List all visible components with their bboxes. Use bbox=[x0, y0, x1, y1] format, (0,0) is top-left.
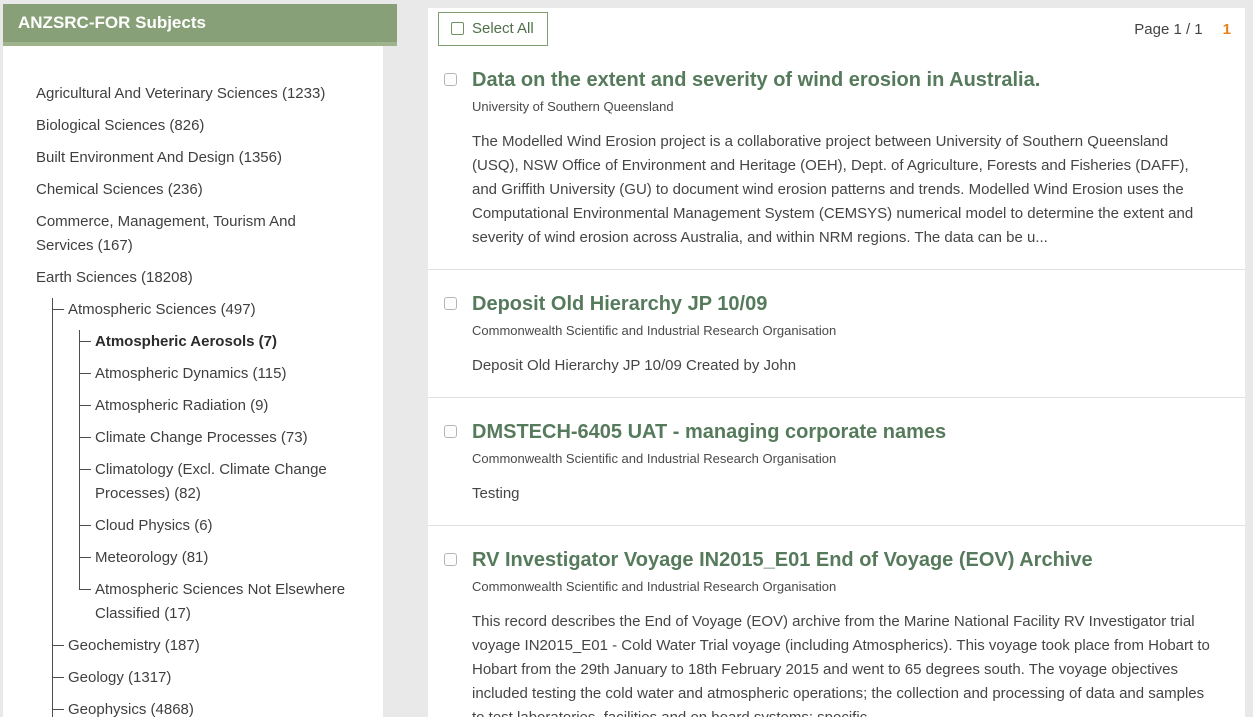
results-toolbar: Select All Page 1 / 1 1 bbox=[428, 8, 1245, 46]
sidebar-item[interactable]: Meteorology (81) bbox=[80, 546, 355, 570]
sidebar-item[interactable]: Cloud Physics (6) bbox=[80, 514, 355, 538]
sidebar-item-label: Meteorology (81) bbox=[95, 549, 208, 566]
sidebar-item-label: Cloud Physics (6) bbox=[95, 517, 213, 534]
sidebar-tree: Agricultural And Veterinary Sciences (12… bbox=[36, 82, 355, 717]
sidebar-item[interactable]: Atmospheric Aerosols (7) bbox=[80, 330, 355, 354]
sidebar-item[interactable]: Atmospheric Dynamics (115) bbox=[80, 362, 355, 386]
sidebar-item-label: Built Environment And Design (1356) bbox=[36, 149, 282, 166]
result-description: The Modelled Wind Erosion project is a c… bbox=[472, 130, 1217, 250]
sidebar-item[interactable]: Commerce, Management, Tourism And Servic… bbox=[36, 210, 355, 258]
sidebar-item[interactable]: Agricultural And Veterinary Sciences (12… bbox=[36, 82, 355, 106]
results-panel: Select All Page 1 / 1 1 Data on the exte… bbox=[428, 8, 1245, 717]
sidebar-item[interactable]: Geology (1317) bbox=[53, 666, 355, 690]
sidebar-item-label: Atmospheric Sciences Not Elsewhere Class… bbox=[95, 581, 345, 622]
result-title-link[interactable]: DMSTECH-6405 UAT - managing corporate na… bbox=[472, 419, 1217, 445]
sidebar-item-label: Atmospheric Sciences (497) bbox=[68, 301, 256, 318]
select-all-label: Select All bbox=[472, 20, 534, 37]
result-description: Testing bbox=[472, 482, 1217, 506]
result-organisation: Commonwealth Scientific and Industrial R… bbox=[472, 451, 1217, 466]
sidebar-item-label: Commerce, Management, Tourism And Servic… bbox=[36, 213, 296, 254]
result-organisation: University of Southern Queensland bbox=[472, 99, 1217, 114]
result-checkbox[interactable] bbox=[444, 73, 457, 86]
result-organisation: Commonwealth Scientific and Industrial R… bbox=[472, 579, 1217, 594]
sidebar-item[interactable]: Atmospheric Radiation (9) bbox=[80, 394, 355, 418]
sidebar-item-label: Biological Sciences (826) bbox=[36, 117, 204, 134]
sidebar-item[interactable]: Built Environment And Design (1356) bbox=[36, 146, 355, 170]
result-title-link[interactable]: Data on the extent and severity of wind … bbox=[472, 67, 1217, 93]
sidebar-item-label: Earth Sciences (18208) bbox=[36, 269, 193, 286]
result-title-link[interactable]: Deposit Old Hierarchy JP 10/09 bbox=[472, 291, 1217, 317]
pagination: Page 1 / 1 1 bbox=[1134, 21, 1231, 38]
results-list: Data on the extent and severity of wind … bbox=[428, 46, 1245, 717]
result-body: Data on the extent and severity of wind … bbox=[472, 67, 1217, 250]
sidebar-item-label: Atmospheric Dynamics (115) bbox=[95, 365, 286, 382]
result-checkbox[interactable] bbox=[444, 297, 457, 310]
sidebar-item[interactable]: Geophysics (4868) bbox=[53, 698, 355, 717]
sidebar-subtree: Atmospheric Aerosols (7) Atmospheric Dyna… bbox=[79, 330, 355, 626]
result-description: This record describes the End of Voyage … bbox=[472, 610, 1217, 717]
sidebar-header: ANZSRC-FOR Subjects bbox=[3, 4, 397, 46]
result-item: RV Investigator Voyage IN2015_E01 End of… bbox=[428, 525, 1245, 717]
result-body: RV Investigator Voyage IN2015_E01 End of… bbox=[472, 547, 1217, 717]
sidebar-item-label: Atmospheric Radiation (9) bbox=[95, 397, 268, 414]
result-description: Deposit Old Hierarchy JP 10/09 Created b… bbox=[472, 354, 1217, 378]
sidebar-item-label: Agricultural And Veterinary Sciences (12… bbox=[36, 85, 325, 102]
sidebar-item-label: Climate Change Processes (73) bbox=[95, 429, 308, 446]
sidebar-item[interactable]: Chemical Sciences (236) bbox=[36, 178, 355, 202]
sidebar-item-label: Geology (1317) bbox=[68, 669, 171, 686]
sidebar-item[interactable]: Atmospheric Sciences Not Elsewhere Class… bbox=[80, 578, 355, 626]
select-all-button[interactable]: Select All bbox=[438, 12, 548, 46]
sidebar-item[interactable]: Earth Sciences (18208) bbox=[36, 266, 355, 290]
select-all-checkbox-icon[interactable] bbox=[451, 22, 464, 35]
page-indicator: Page 1 / 1 bbox=[1134, 21, 1202, 38]
sidebar-item-label: Atmospheric Aerosols (7) bbox=[95, 333, 277, 350]
sidebar-title: ANZSRC-FOR Subjects bbox=[18, 13, 206, 32]
result-item: Data on the extent and severity of wind … bbox=[428, 46, 1245, 269]
sidebar-item[interactable]: Climate Change Processes (73) bbox=[80, 426, 355, 450]
result-body: Deposit Old Hierarchy JP 10/09 Commonwea… bbox=[472, 291, 1217, 378]
result-item: Deposit Old Hierarchy JP 10/09 Commonwea… bbox=[428, 269, 1245, 397]
result-checkbox[interactable] bbox=[444, 553, 457, 566]
result-item: DMSTECH-6405 UAT - managing corporate na… bbox=[428, 397, 1245, 525]
result-organisation: Commonwealth Scientific and Industrial R… bbox=[472, 323, 1217, 338]
result-title-link[interactable]: RV Investigator Voyage IN2015_E01 End of… bbox=[472, 547, 1217, 573]
sidebar-item-label: Geophysics (4868) bbox=[68, 701, 194, 717]
result-body: DMSTECH-6405 UAT - managing corporate na… bbox=[472, 419, 1217, 506]
sidebar-subtree: Atmospheric Sciences (497) Atmospheric Ae… bbox=[52, 298, 355, 717]
sidebar-item-label: Geochemistry (187) bbox=[68, 637, 200, 654]
sidebar-item[interactable]: Climatology (Excl. Climate Change Proces… bbox=[80, 458, 355, 506]
sidebar-item-label: Chemical Sciences (236) bbox=[36, 181, 203, 198]
page-number-link[interactable]: 1 bbox=[1223, 21, 1231, 38]
sidebar-item-label: Climatology (Excl. Climate Change Proces… bbox=[95, 461, 327, 502]
sidebar-item[interactable]: Geochemistry (187) bbox=[53, 634, 355, 658]
sidebar-item[interactable]: Atmospheric Sciences (497) bbox=[53, 298, 355, 322]
subjects-facet-panel: Agricultural And Veterinary Sciences (12… bbox=[3, 46, 383, 717]
result-checkbox[interactable] bbox=[444, 425, 457, 438]
sidebar-item[interactable]: Biological Sciences (826) bbox=[36, 114, 355, 138]
